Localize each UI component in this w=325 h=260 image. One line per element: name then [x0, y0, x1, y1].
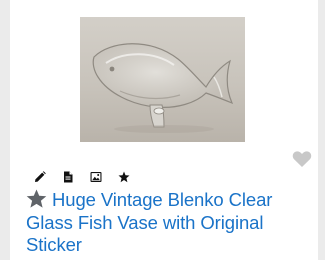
heart-icon	[292, 151, 312, 167]
listing-title: Huge Vintage Blenko Clear Glass Fish Vas…	[26, 189, 316, 257]
document-button[interactable]	[54, 166, 82, 188]
document-icon	[64, 171, 73, 183]
star-button[interactable]	[110, 166, 138, 188]
listing-toolbar	[26, 166, 138, 188]
pencil-icon	[35, 171, 46, 182]
listing-photo[interactable]	[80, 17, 245, 142]
star-icon	[118, 171, 130, 183]
featured-star-icon[interactable]	[26, 189, 47, 208]
image-button[interactable]	[82, 166, 110, 188]
image-icon	[90, 172, 102, 182]
favorite-heart-icon[interactable]	[292, 150, 312, 168]
fish-vase-image	[80, 17, 245, 142]
edit-button[interactable]	[26, 166, 54, 188]
listing-title-link[interactable]: Huge Vintage Blenko Clear Glass Fish Vas…	[26, 189, 272, 255]
listing-card: Huge Vintage Blenko Clear Glass Fish Vas…	[10, 0, 318, 260]
